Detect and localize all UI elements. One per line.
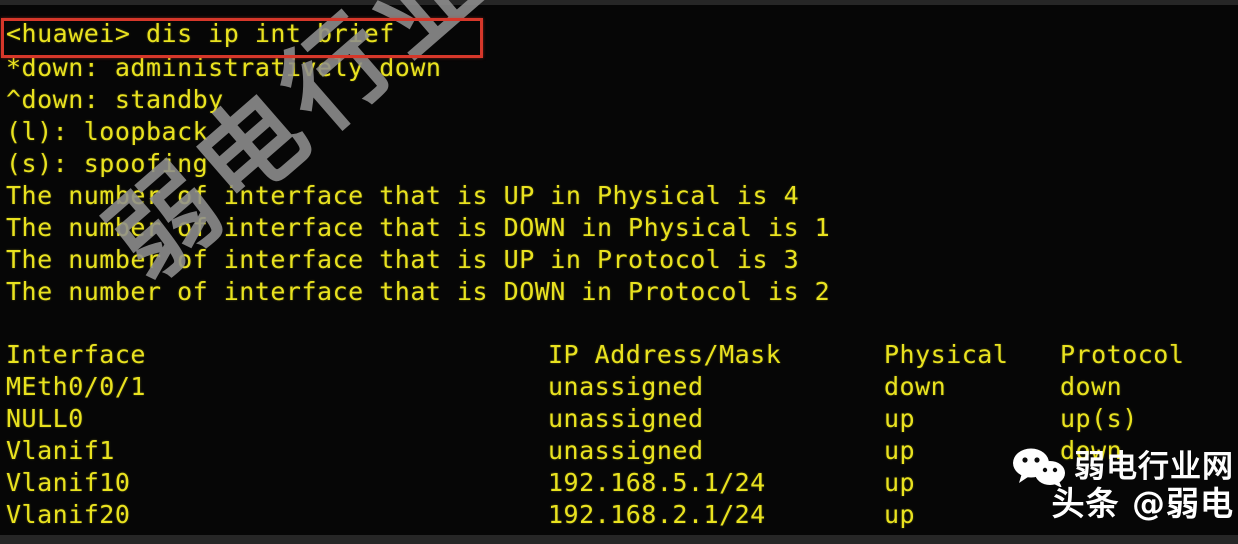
corner-watermark-top-row: 弱电行业网 [1012,447,1234,488]
command-prompt-line: <huawei> dis ip int brief [6,19,395,48]
legend-line-standby: ^down: standby [6,85,224,114]
table-row: 192.168.2.1/24 [548,500,766,529]
table-row: Vlanif20 [6,500,131,529]
table-row: up(s) [1060,404,1138,433]
table-row: Vlanif10 [6,468,131,497]
table-row: up [884,468,916,497]
terminal-screenshot: 弱电行业网 <huawei> dis ip int brief *down: a… [0,0,1238,544]
summary-line-down-protocol: The number of interface that is DOWN in … [6,277,831,306]
corner-watermark: 弱电行业网 头条 @弱电 [1012,447,1234,523]
summary-line-up-physical: The number of interface that is UP in Ph… [6,181,800,210]
table-row: unassigned [548,404,704,433]
table-row: 192.168.5.1/24 [548,468,766,497]
legend-line-admin-down: *down: administratively down [6,53,442,82]
table-row: unassigned [548,436,704,465]
corner-watermark-handle: 头条 @弱电 [1051,484,1234,523]
table-header-physical: Physical [884,340,1009,369]
table-row: down [1060,436,1123,465]
table-row: down [884,372,947,401]
table-row: down [1060,372,1123,401]
table-header-ip-address: IP Address/Mask [548,340,782,369]
table-row: MEth0/0/1 [6,372,146,401]
terminal-console[interactable]: 弱电行业网 <huawei> dis ip int brief *down: a… [0,0,1238,535]
legend-line-spoofing: (s): spoofing [6,149,209,178]
table-row: up [884,500,916,529]
table-row: unassigned [548,372,704,401]
table-header-interface: Interface [6,340,146,369]
bottom-bezel-strip [0,535,1238,544]
summary-line-up-protocol: The number of interface that is UP in Pr… [6,245,800,274]
table-row: NULL0 [6,404,84,433]
summary-line-down-physical: The number of interface that is DOWN in … [6,213,831,242]
wechat-icon [1012,447,1066,488]
table-row: up [884,404,916,433]
table-row: Vlanif1 [6,436,115,465]
table-header-protocol: Protocol [1060,340,1185,369]
table-row: up [884,436,916,465]
legend-line-loopback: (l): loopback [6,117,209,146]
